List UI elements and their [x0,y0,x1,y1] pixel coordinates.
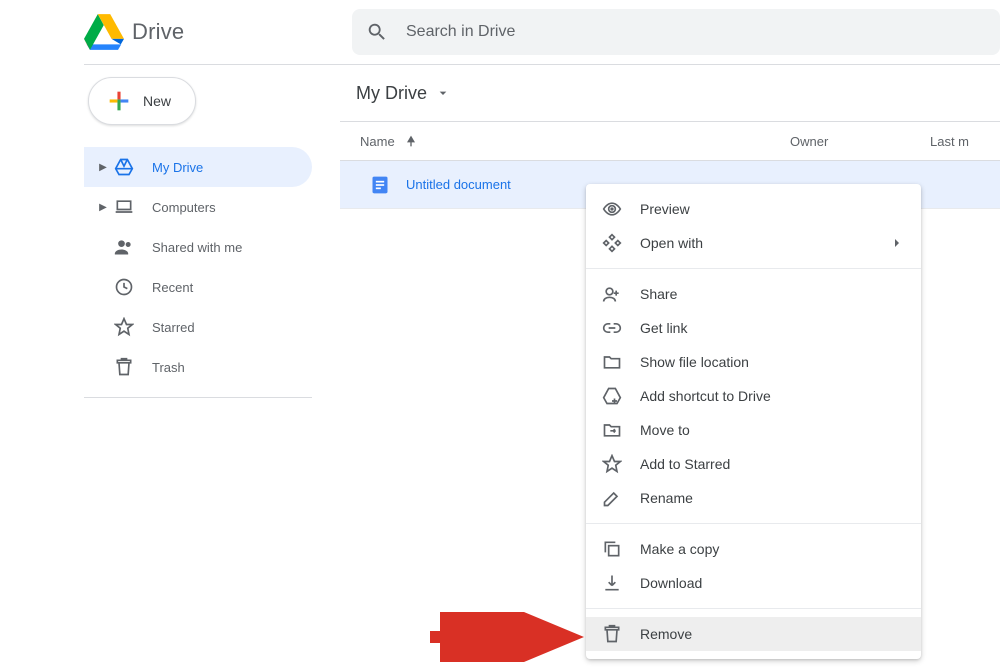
search-input[interactable] [406,23,986,41]
computers-icon [114,197,134,217]
table-header: Name Owner Last m [340,121,1000,161]
divider [586,608,921,609]
search-bar[interactable] [352,9,1000,55]
docs-file-icon [370,175,390,195]
sort-asc-icon [403,133,419,149]
sidebar: New ▶ My Drive ▶ Computers [84,65,340,667]
star-icon [114,317,134,337]
context-share[interactable]: Share [586,277,921,311]
context-preview[interactable]: Preview [586,192,921,226]
sidebar-item-shared[interactable]: Shared with me [84,227,312,267]
context-add-starred[interactable]: Add to Starred [586,447,921,481]
plus-icon [105,87,133,115]
nav: ▶ My Drive ▶ Computers [84,147,340,398]
open-with-icon [602,233,622,253]
sidebar-item-starred[interactable]: Starred [84,307,312,347]
expand-caret-icon: ▶ [98,162,108,173]
context-item-label: Make a copy [640,541,719,557]
brand-text: Drive [132,19,184,45]
context-menu: Preview Open with Share Get link Show fi… [586,184,921,659]
sidebar-item-label: Computers [152,200,216,215]
download-icon [602,573,622,593]
folder-icon [602,352,622,372]
context-remove[interactable]: Remove [586,617,921,651]
divider [84,397,312,398]
top-bar: Drive [84,0,1000,64]
column-last-label: Last m [930,134,969,149]
column-name[interactable]: Name [340,133,790,149]
move-icon [602,420,622,440]
expand-caret-icon: ▶ [98,202,108,213]
copy-icon [602,539,622,559]
context-add-shortcut[interactable]: Add shortcut to Drive [586,379,921,413]
trash-icon [114,357,134,377]
context-rename[interactable]: Rename [586,481,921,515]
sidebar-item-label: My Drive [152,160,203,175]
sidebar-item-trash[interactable]: Trash [84,347,312,387]
sidebar-item-recent[interactable]: Recent [84,267,312,307]
drive-logo-icon [84,14,124,50]
column-owner-label: Owner [790,134,828,149]
context-item-label: Get link [640,320,687,336]
caret-down-icon [435,85,451,101]
annotation-arrow-icon [430,612,590,662]
new-button[interactable]: New [88,77,196,125]
divider [586,268,921,269]
context-item-label: Add to Starred [640,456,730,472]
context-item-label: Download [640,575,702,591]
brand[interactable]: Drive [84,14,352,50]
context-move-to[interactable]: Move to [586,413,921,447]
context-show-location[interactable]: Show file location [586,345,921,379]
breadcrumb-label: My Drive [356,83,427,104]
sidebar-item-my-drive[interactable]: ▶ My Drive [84,147,312,187]
breadcrumb[interactable]: My Drive [340,65,1000,121]
context-make-copy[interactable]: Make a copy [586,532,921,566]
sidebar-item-label: Trash [152,360,185,375]
context-item-label: Preview [640,201,690,217]
file-name: Untitled document [406,177,511,192]
drive-icon [114,157,134,177]
context-item-label: Show file location [640,354,749,370]
context-item-label: Add shortcut to Drive [640,388,771,404]
context-item-label: Share [640,286,677,302]
context-open-with[interactable]: Open with [586,226,921,260]
search-icon [366,21,388,43]
context-item-label: Rename [640,490,693,506]
sidebar-item-computers[interactable]: ▶ Computers [84,187,312,227]
star-icon [602,454,622,474]
sidebar-item-label: Shared with me [152,240,242,255]
column-last-modified[interactable]: Last m [930,134,1000,149]
column-owner[interactable]: Owner [790,134,930,149]
context-item-label: Remove [640,626,692,642]
preview-icon [602,199,622,219]
shared-icon [114,237,134,257]
new-button-label: New [143,93,171,109]
column-name-label: Name [360,134,395,149]
context-item-label: Move to [640,422,690,438]
recent-icon [114,277,134,297]
context-get-link[interactable]: Get link [586,311,921,345]
context-download[interactable]: Download [586,566,921,600]
chevron-right-icon [889,235,905,251]
sidebar-item-label: Recent [152,280,193,295]
context-item-label: Open with [640,235,703,251]
share-icon [602,284,622,304]
link-icon [602,318,622,338]
divider [586,523,921,524]
rename-icon [602,488,622,508]
trash-icon [602,624,622,644]
sidebar-item-label: Starred [152,320,195,335]
shortcut-icon [602,386,622,406]
